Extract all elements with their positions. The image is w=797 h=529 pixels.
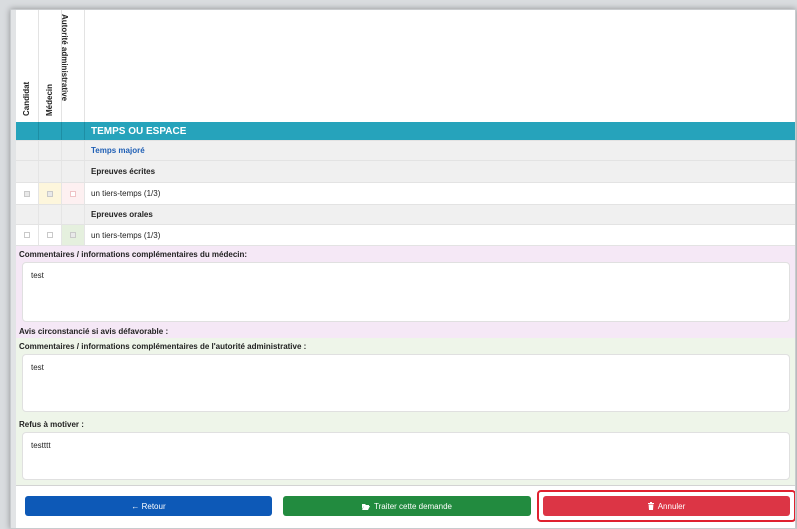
medecin-comment-section: Commentaires / informations complémentai… [16,246,795,338]
medecin-comment-field[interactable]: test [22,262,790,322]
subheading-label: Temps majoré [91,146,145,155]
subheading-row: Temps majoré [16,140,795,160]
refus-label: Refus à motiver : [19,420,84,429]
action-footer: ← Retour Traiter cette demande Annuler [16,485,795,528]
column-header-candidat: Candidat [16,10,39,122]
item-label: un tiers-temps (1/3) [91,230,161,240]
group-label: Epreuves écrites [91,167,156,176]
group-row-orales: Epreuves orales [16,204,795,224]
column-header-medecin: Médecin [39,10,62,122]
request-card: Candidat Médecin Autorité administrative… [10,9,796,529]
section-header-row: TEMPS OU ESPACE [16,122,795,140]
retour-label: ← Retour [131,501,166,511]
autorite-comment-label: Commentaires / informations complémentai… [19,342,307,351]
folder-open-icon [362,503,371,510]
autorite-comment-section: Commentaires / informations complémentai… [16,338,795,485]
column-headers: Candidat Médecin Autorité administrative [16,10,86,122]
trash-icon [647,502,654,510]
group-label: Epreuves orales [91,210,153,219]
refus-field[interactable]: testttt [22,432,790,480]
annuler-button[interactable]: Annuler [543,496,790,516]
checkbox-medecin[interactable] [47,232,53,238]
traiter-label: Traiter cette demande [374,501,452,511]
column-header-autorite: Autorité administrative [60,10,85,122]
column-label: Médecin [45,83,54,116]
medecin-comment-label: Commentaires / informations complémentai… [19,250,248,259]
checkbox-autorite[interactable] [70,232,76,238]
checkbox-medecin[interactable] [47,190,53,197]
group-row-ecrites: Epreuves écrites [16,160,795,182]
avis-label: Avis circonstancié si avis défavorable : [19,327,169,336]
checkbox-autorite[interactable] [70,190,76,197]
item-label: un tiers-temps (1/3) [91,189,161,198]
checkbox-candidat[interactable] [24,232,30,238]
column-label: Autorité administrative [60,14,69,102]
column-label: Candidat [22,81,31,116]
traiter-button[interactable]: Traiter cette demande [283,496,531,516]
table-row: un tiers-temps (1/3) [16,182,795,204]
autorite-comment-field[interactable]: test [22,354,790,412]
card-body: Candidat Médecin Autorité administrative… [16,10,795,528]
retour-button[interactable]: ← Retour [25,496,272,516]
section-title: TEMPS OU ESPACE [91,125,187,137]
table-row: un tiers-temps (1/3) [16,224,795,246]
checkbox-candidat[interactable] [24,190,30,197]
annuler-label: Annuler [657,501,686,511]
